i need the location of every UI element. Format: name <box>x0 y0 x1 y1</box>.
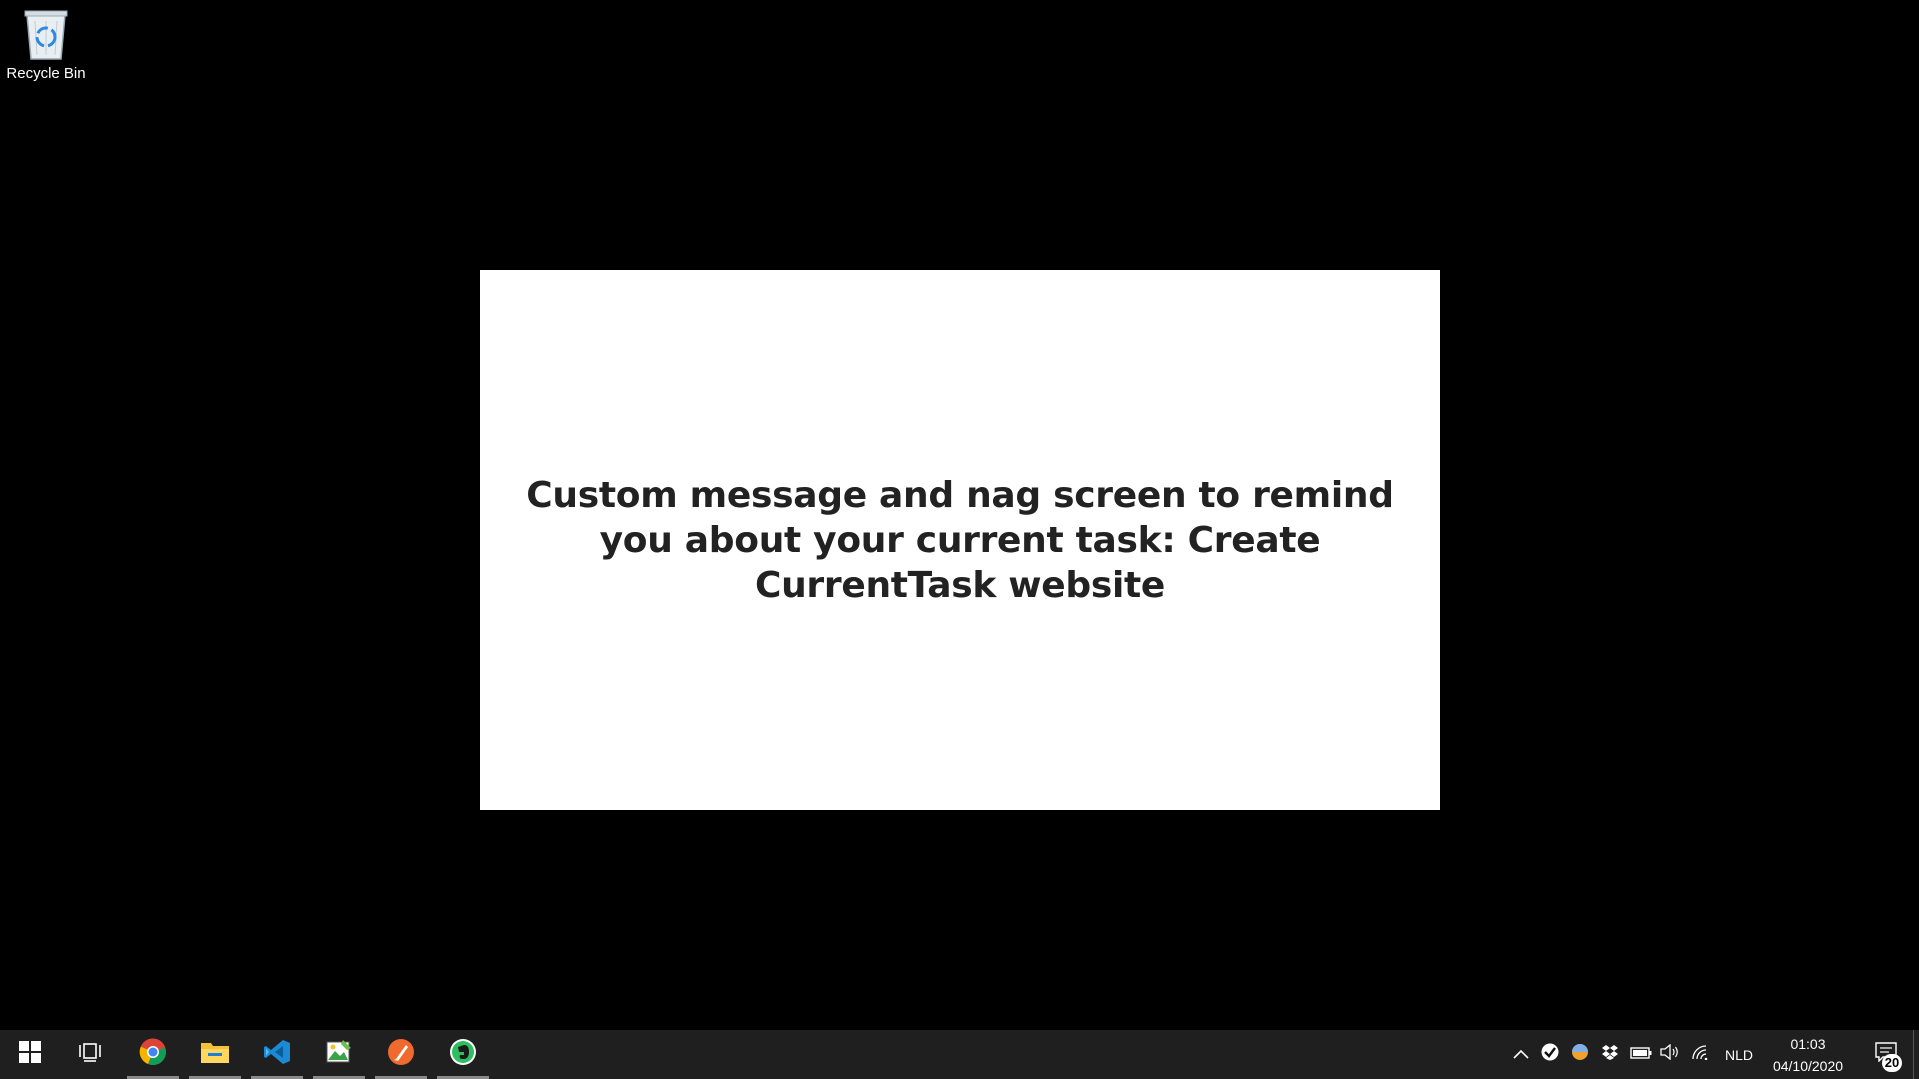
windows-logo-icon <box>19 1041 41 1068</box>
clock-date: 04/10/2020 <box>1772 1057 1844 1074</box>
tray-volume[interactable] <box>1657 1030 1683 1079</box>
task-view-icon <box>78 1041 102 1068</box>
task-view-button[interactable] <box>62 1030 118 1079</box>
taskbar-app-file-explorer[interactable] <box>187 1030 243 1079</box>
taskbar-app-vscode[interactable] <box>249 1030 305 1079</box>
taskbar-app-chrome[interactable] <box>125 1030 181 1079</box>
dropbox-icon <box>1601 1044 1619 1065</box>
input-language-button[interactable]: NLD <box>1718 1030 1760 1079</box>
tray-color-app[interactable] <box>1567 1030 1593 1079</box>
clock-time: 01:03 <box>1790 1035 1826 1052</box>
tray-dropbox[interactable] <box>1597 1030 1623 1079</box>
tray-network[interactable] <box>1688 1030 1714 1079</box>
chrome-icon <box>139 1038 167 1071</box>
desktop-icon-label: Recycle Bin <box>6 65 86 82</box>
taskbar-app-brush[interactable] <box>373 1030 429 1079</box>
tray-checkmark[interactable] <box>1537 1030 1563 1079</box>
show-hidden-icons-button[interactable] <box>1508 1030 1534 1079</box>
notification-count-badge: 20 <box>1882 1054 1902 1072</box>
desktop: Recycle Bin Custom message and nag scree… <box>0 0 1919 1030</box>
checkmark-icon <box>1541 1043 1559 1066</box>
evernote-icon <box>449 1038 477 1071</box>
nag-screen-window: Custom message and nag screen to remind … <box>480 270 1440 810</box>
wifi-icon <box>1691 1044 1711 1065</box>
vscode-icon <box>263 1038 291 1071</box>
show-desktop-button[interactable] <box>1913 1030 1919 1079</box>
desktop-icon-recycle-bin[interactable]: Recycle Bin <box>4 6 88 92</box>
action-center-button[interactable]: 20 <box>1862 1030 1910 1079</box>
battery-icon <box>1630 1046 1652 1064</box>
volume-icon <box>1660 1043 1680 1065</box>
chevron-up-icon <box>1513 1046 1529 1064</box>
taskbar-app-image-editor[interactable] <box>311 1030 367 1079</box>
taskbar-app-evernote[interactable] <box>435 1030 491 1079</box>
brush-app-icon <box>387 1038 415 1071</box>
start-button[interactable] <box>2 1030 58 1079</box>
taskbar: NLD <box>0 1030 1919 1079</box>
nag-message: Custom message and nag screen to remind … <box>526 474 1394 606</box>
recycle-bin-icon <box>20 6 72 62</box>
tray-battery[interactable] <box>1627 1030 1655 1079</box>
color-circle-icon <box>1571 1043 1589 1066</box>
folder-icon <box>200 1039 230 1070</box>
image-editor-icon <box>325 1038 353 1071</box>
language-indicator: NLD <box>1724 1046 1753 1063</box>
taskbar-clock[interactable]: 01:03 04/10/2020 <box>1760 1030 1856 1079</box>
